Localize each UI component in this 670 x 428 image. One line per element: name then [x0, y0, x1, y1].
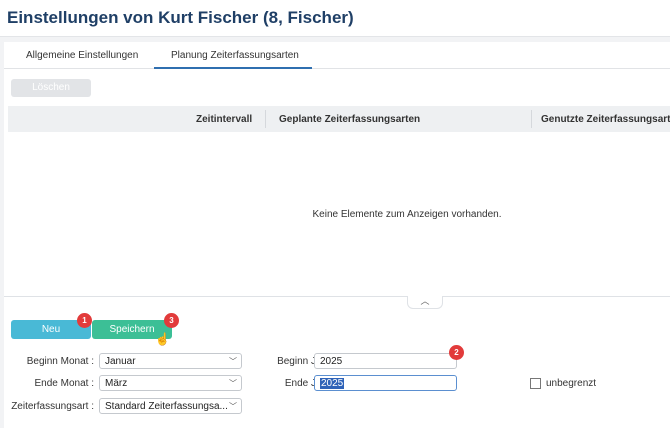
chevron-down-icon: ﹀ [229, 357, 237, 366]
step-badge-1: 1 [77, 313, 92, 328]
empty-grid-message: Keine Elemente zum Anzeigen vorhanden. [312, 209, 502, 220]
column-header-used-type[interactable]: Genutzte Zeiterfassungsart [541, 114, 670, 125]
chevron-down-icon: ﹀ [229, 402, 237, 411]
begin-month-label: Beginn Monat : [26, 356, 94, 367]
begin-year-value: 2025 [320, 356, 343, 367]
column-separator [265, 110, 266, 128]
begin-month-select[interactable]: Januar ﹀ [99, 353, 242, 369]
end-year-value: 2025 [320, 378, 345, 389]
column-separator [531, 110, 532, 128]
title-bar: Einstellungen von Kurt Fischer (8, Fisch… [0, 0, 670, 37]
end-month-label: Ende Monat : [34, 378, 94, 389]
splitter-line [4, 296, 670, 297]
begin-month-value: Januar [105, 356, 136, 367]
tab-general-settings[interactable]: Allgemeine Einstellungen [26, 50, 138, 61]
page-title: Einstellungen von Kurt Fischer (8, Fisch… [7, 8, 354, 27]
chevron-up-icon[interactable]: ︿ [407, 296, 443, 309]
active-tab-indicator [154, 67, 312, 69]
begin-year-input[interactable]: 2025 [314, 353, 457, 369]
chevron-down-icon: ﹀ [229, 379, 237, 388]
hand-pointer-icon: ☝ [155, 332, 170, 346]
time-type-value: Standard Zeiterfassungsa... [105, 401, 228, 412]
column-header-planned-types[interactable]: Geplante Zeiterfassungsarten [279, 114, 420, 125]
delete-button[interactable]: Löschen [11, 79, 91, 97]
step-badge-2: 2 [449, 345, 464, 360]
end-month-value: März [105, 378, 128, 389]
time-type-select[interactable]: Standard Zeiterfassungsa... ﹀ [99, 398, 242, 414]
step-badge-3: 3 [164, 313, 179, 328]
end-year-input[interactable]: 2025 [314, 375, 457, 391]
end-month-select[interactable]: März ﹀ [99, 375, 242, 391]
settings-panel: Allgemeine Einstellungen Planung Zeiterf… [4, 42, 670, 428]
tab-planning-time-types[interactable]: Planung Zeiterfassungsarten [171, 50, 299, 61]
tab-bar: Allgemeine Einstellungen Planung Zeiterf… [4, 42, 670, 69]
unlimited-label[interactable]: unbegrenzt [546, 378, 596, 389]
grid-header: Zeitintervall Geplante Zeiterfassungsart… [8, 106, 670, 132]
unlimited-checkbox[interactable] [530, 378, 541, 389]
column-header-interval[interactable]: Zeitintervall [196, 114, 252, 125]
time-type-label: Zeiterfassungsart : [11, 401, 94, 412]
